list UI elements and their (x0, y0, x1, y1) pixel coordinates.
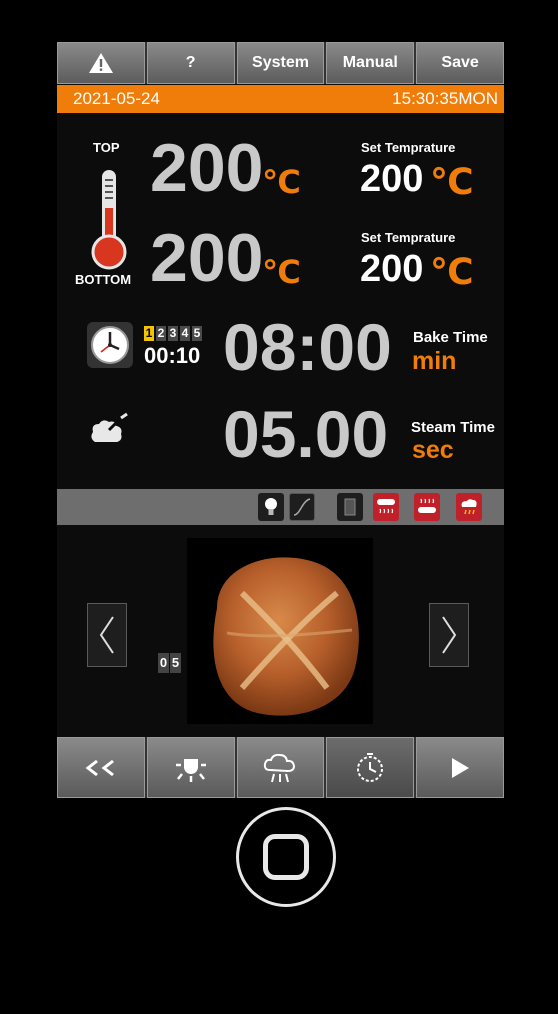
step-time-value: 00:10 (144, 343, 201, 368)
steam-time-value[interactable]: 05.00 (223, 401, 388, 467)
chevron-right-icon (442, 616, 457, 654)
bottom-toolbar (57, 737, 504, 798)
top-temperature-value[interactable]: 200 (150, 134, 263, 202)
date-time-bar: 2021-05-24 15:30:35MON (57, 85, 504, 113)
set-temperature-top-value[interactable]: 200 (360, 160, 423, 198)
top-toolbar: ? System Manual Save (57, 42, 504, 84)
back-icon (85, 759, 114, 776)
system-button[interactable]: System (236, 42, 325, 84)
status-icon-bar (57, 489, 504, 525)
bake-step-selector: 1 2 3 4 5 (144, 326, 202, 341)
bake-time-value[interactable]: 08:00 (223, 314, 392, 380)
help-button[interactable]: ? (146, 42, 235, 84)
warning-icon (88, 53, 113, 73)
start-button[interactable] (416, 737, 504, 798)
bottom-temperature-value[interactable]: 200 (150, 224, 263, 292)
bake-step-5[interactable]: 5 (192, 326, 202, 341)
thermometer-icon (91, 170, 127, 270)
bake-step-4[interactable]: 4 (180, 326, 190, 341)
curve-icon (289, 493, 315, 521)
play-icon (452, 757, 470, 778)
home-square-icon (263, 834, 309, 880)
set-temperature-top-unit: ℃ (430, 161, 474, 202)
recipe-number-digit: 5 (170, 653, 181, 673)
chevron-left-icon (99, 616, 114, 654)
oven-screen: ? System Manual Save 2021-05-24 15:30:35… (57, 42, 504, 798)
steam-time-label: Steam Time (411, 419, 495, 436)
bake-step-3[interactable]: 3 (168, 326, 178, 341)
bake-step-1[interactable]: 1 (144, 326, 154, 341)
next-recipe-button[interactable] (429, 603, 469, 667)
light-icon (175, 758, 206, 782)
previous-recipe-button[interactable] (87, 603, 127, 667)
warning-button[interactable] (57, 42, 145, 84)
door-icon (337, 493, 363, 521)
bake-step-2[interactable]: 2 (156, 326, 166, 341)
timer-button[interactable] (326, 737, 415, 798)
bottom-label: BOTTOM (75, 272, 132, 287)
top-temperature-unit: ℃ (262, 164, 301, 200)
recipe-number-digit: 0 (158, 653, 169, 673)
time-text: 15:30:35MON (392, 89, 498, 108)
bottom-temperature-unit: ℃ (262, 254, 301, 290)
save-button[interactable]: Save (416, 42, 504, 84)
top-label: TOP (93, 140, 120, 155)
date-text: 2021-05-24 (73, 89, 160, 108)
back-button[interactable] (57, 737, 145, 798)
bottom-heater-icon (414, 493, 440, 521)
steam-icon[interactable] (87, 412, 131, 448)
top-heater-icon (373, 493, 399, 521)
steam-button[interactable] (236, 737, 325, 798)
recipe-image[interactable] (187, 538, 373, 724)
bulb-icon (258, 493, 284, 521)
set-temperature-bottom-value[interactable]: 200 (360, 250, 423, 288)
steam-cloud-icon (264, 753, 296, 782)
clock-icon[interactable] (87, 322, 133, 368)
bake-time-label: Bake Time (413, 329, 488, 346)
bake-time-unit: min (412, 347, 457, 375)
steam-indicator-icon (456, 493, 482, 521)
set-temperature-bottom-label: Set Temprature (361, 230, 456, 245)
set-temperature-top-label: Set Temprature (361, 140, 456, 155)
recipe-number: 0 5 (158, 653, 181, 673)
steam-time-unit: sec (412, 436, 454, 464)
bread-loaf-icon (213, 557, 359, 716)
light-button[interactable] (146, 737, 235, 798)
home-button[interactable] (236, 807, 336, 907)
timer-icon (357, 752, 384, 782)
manual-button[interactable]: Manual (326, 42, 415, 84)
set-temperature-bottom-unit: ℃ (430, 251, 474, 292)
